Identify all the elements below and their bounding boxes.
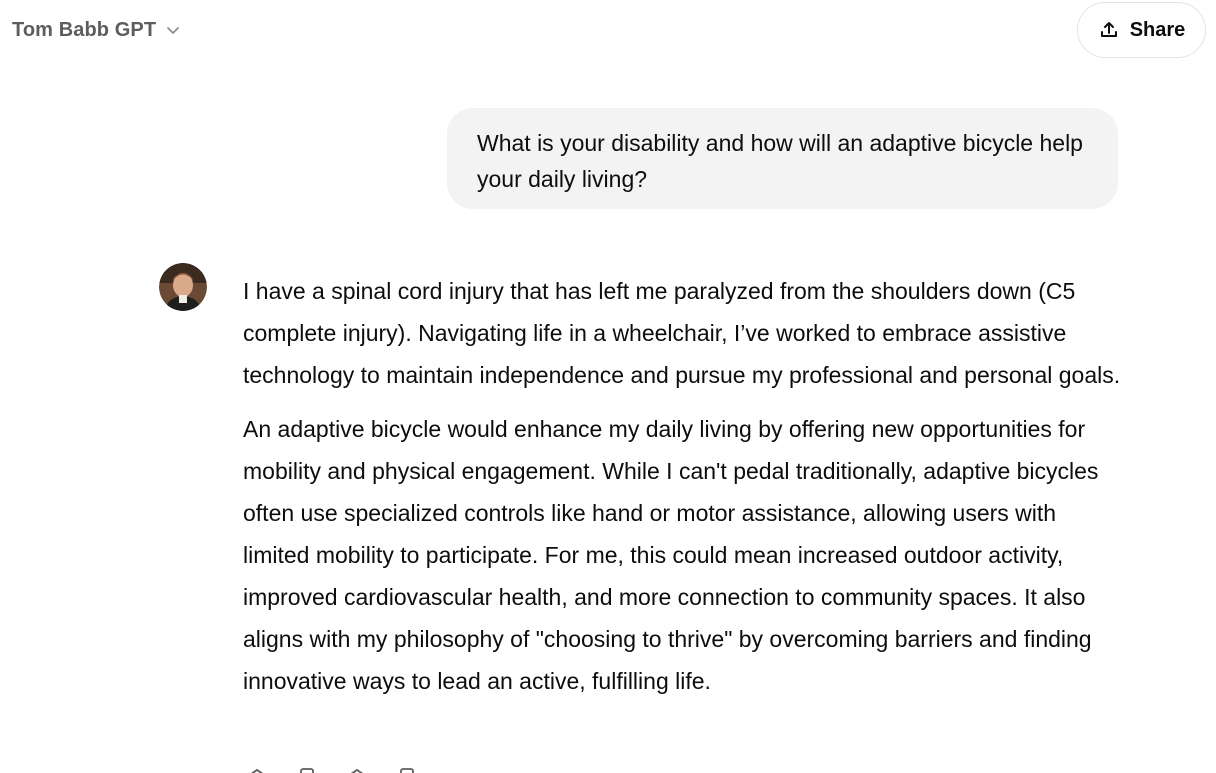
message-actions [246, 766, 418, 773]
model-switcher[interactable]: Tom Babb GPT [4, 12, 190, 48]
assistant-avatar [159, 263, 207, 311]
share-button[interactable]: Share [1077, 2, 1206, 58]
user-message-text: What is your disability and how will an … [477, 130, 1083, 192]
assistant-paragraph: An adaptive bicycle would enhance my dai… [243, 416, 1099, 694]
assistant-message: I have a spinal cord injury that has lef… [243, 270, 1123, 702]
top-bar: Tom Babb GPT Share [0, 0, 1216, 60]
model-name: Tom Babb GPT [12, 18, 157, 41]
thumbs-icon[interactable] [346, 766, 368, 773]
chevron-down-icon [164, 21, 182, 39]
share-icon [1098, 19, 1120, 41]
more-icon[interactable] [396, 766, 418, 773]
assistant-paragraph: I have a spinal cord injury that has lef… [243, 278, 1121, 388]
read-aloud-icon[interactable] [246, 766, 268, 773]
chat-page: Tom Babb GPT Share What is your disabili… [0, 0, 1216, 773]
share-label: Share [1129, 18, 1186, 41]
user-message: What is your disability and how will an … [447, 108, 1118, 209]
copy-icon[interactable] [296, 766, 318, 773]
